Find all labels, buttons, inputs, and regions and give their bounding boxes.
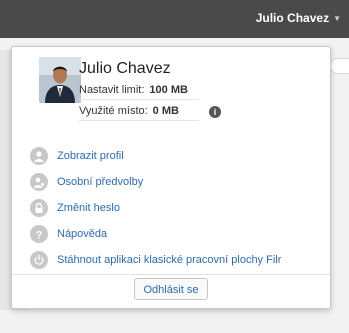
user-menu-list: Zobrazit profil Osobní předvolby Změnit … [30, 143, 320, 273]
profile-name: Julio Chavez [79, 60, 171, 77]
logout-button[interactable]: Odhlásit se [134, 278, 208, 300]
user-menu-toggle[interactable]: Julio Chavez ▼ [256, 11, 341, 25]
avatar-photo [39, 57, 81, 103]
menu-item-preferences[interactable]: Osobní předvolby [30, 169, 320, 195]
person-icon [30, 147, 48, 165]
menu-item-label: Osobní předvolby [57, 176, 144, 188]
user-menu-name: Julio Chavez [255, 11, 330, 25]
user-dropdown-panel: Julio Chavez Nastavit limit: 100 MB Využi… [11, 46, 331, 309]
quota-label: Nastavit limit: [79, 84, 145, 96]
used-space-value: 0 MB [152, 105, 179, 117]
menu-item-download-desktop-app[interactable]: Stáhnout aplikaci klasické pracovní ploc… [30, 247, 320, 273]
menu-item-label: Změnit heslo [57, 202, 120, 214]
chevron-down-icon: ▼ [333, 14, 341, 23]
quota-value: 100 MB [149, 84, 188, 96]
background-control-edge [330, 58, 349, 74]
footer-divider [12, 274, 330, 275]
menu-item-label: Nápověda [57, 228, 108, 240]
lock-icon [30, 199, 48, 217]
power-icon [30, 251, 48, 269]
popup-pointer [289, 79, 305, 93]
menu-item-label: Zobrazit profil [57, 150, 124, 162]
info-icon[interactable]: i [209, 106, 221, 118]
avatar [39, 57, 81, 103]
svg-text:?: ? [36, 230, 43, 241]
menu-item-help[interactable]: ? Nápověda [30, 221, 320, 247]
quota-row: Nastavit limit: 100 MB [79, 84, 199, 100]
used-space-label: Využité místo: [79, 105, 148, 117]
person-gear-icon [30, 173, 48, 191]
menu-item-label: Stáhnout aplikaci klasické pracovní ploc… [57, 254, 282, 266]
help-icon: ? [30, 225, 48, 243]
menu-item-change-password[interactable]: Změnit heslo [30, 195, 320, 221]
menu-item-view-profile[interactable]: Zobrazit profil [30, 143, 320, 169]
used-space-row: Využité místo: 0 MB [79, 105, 199, 121]
